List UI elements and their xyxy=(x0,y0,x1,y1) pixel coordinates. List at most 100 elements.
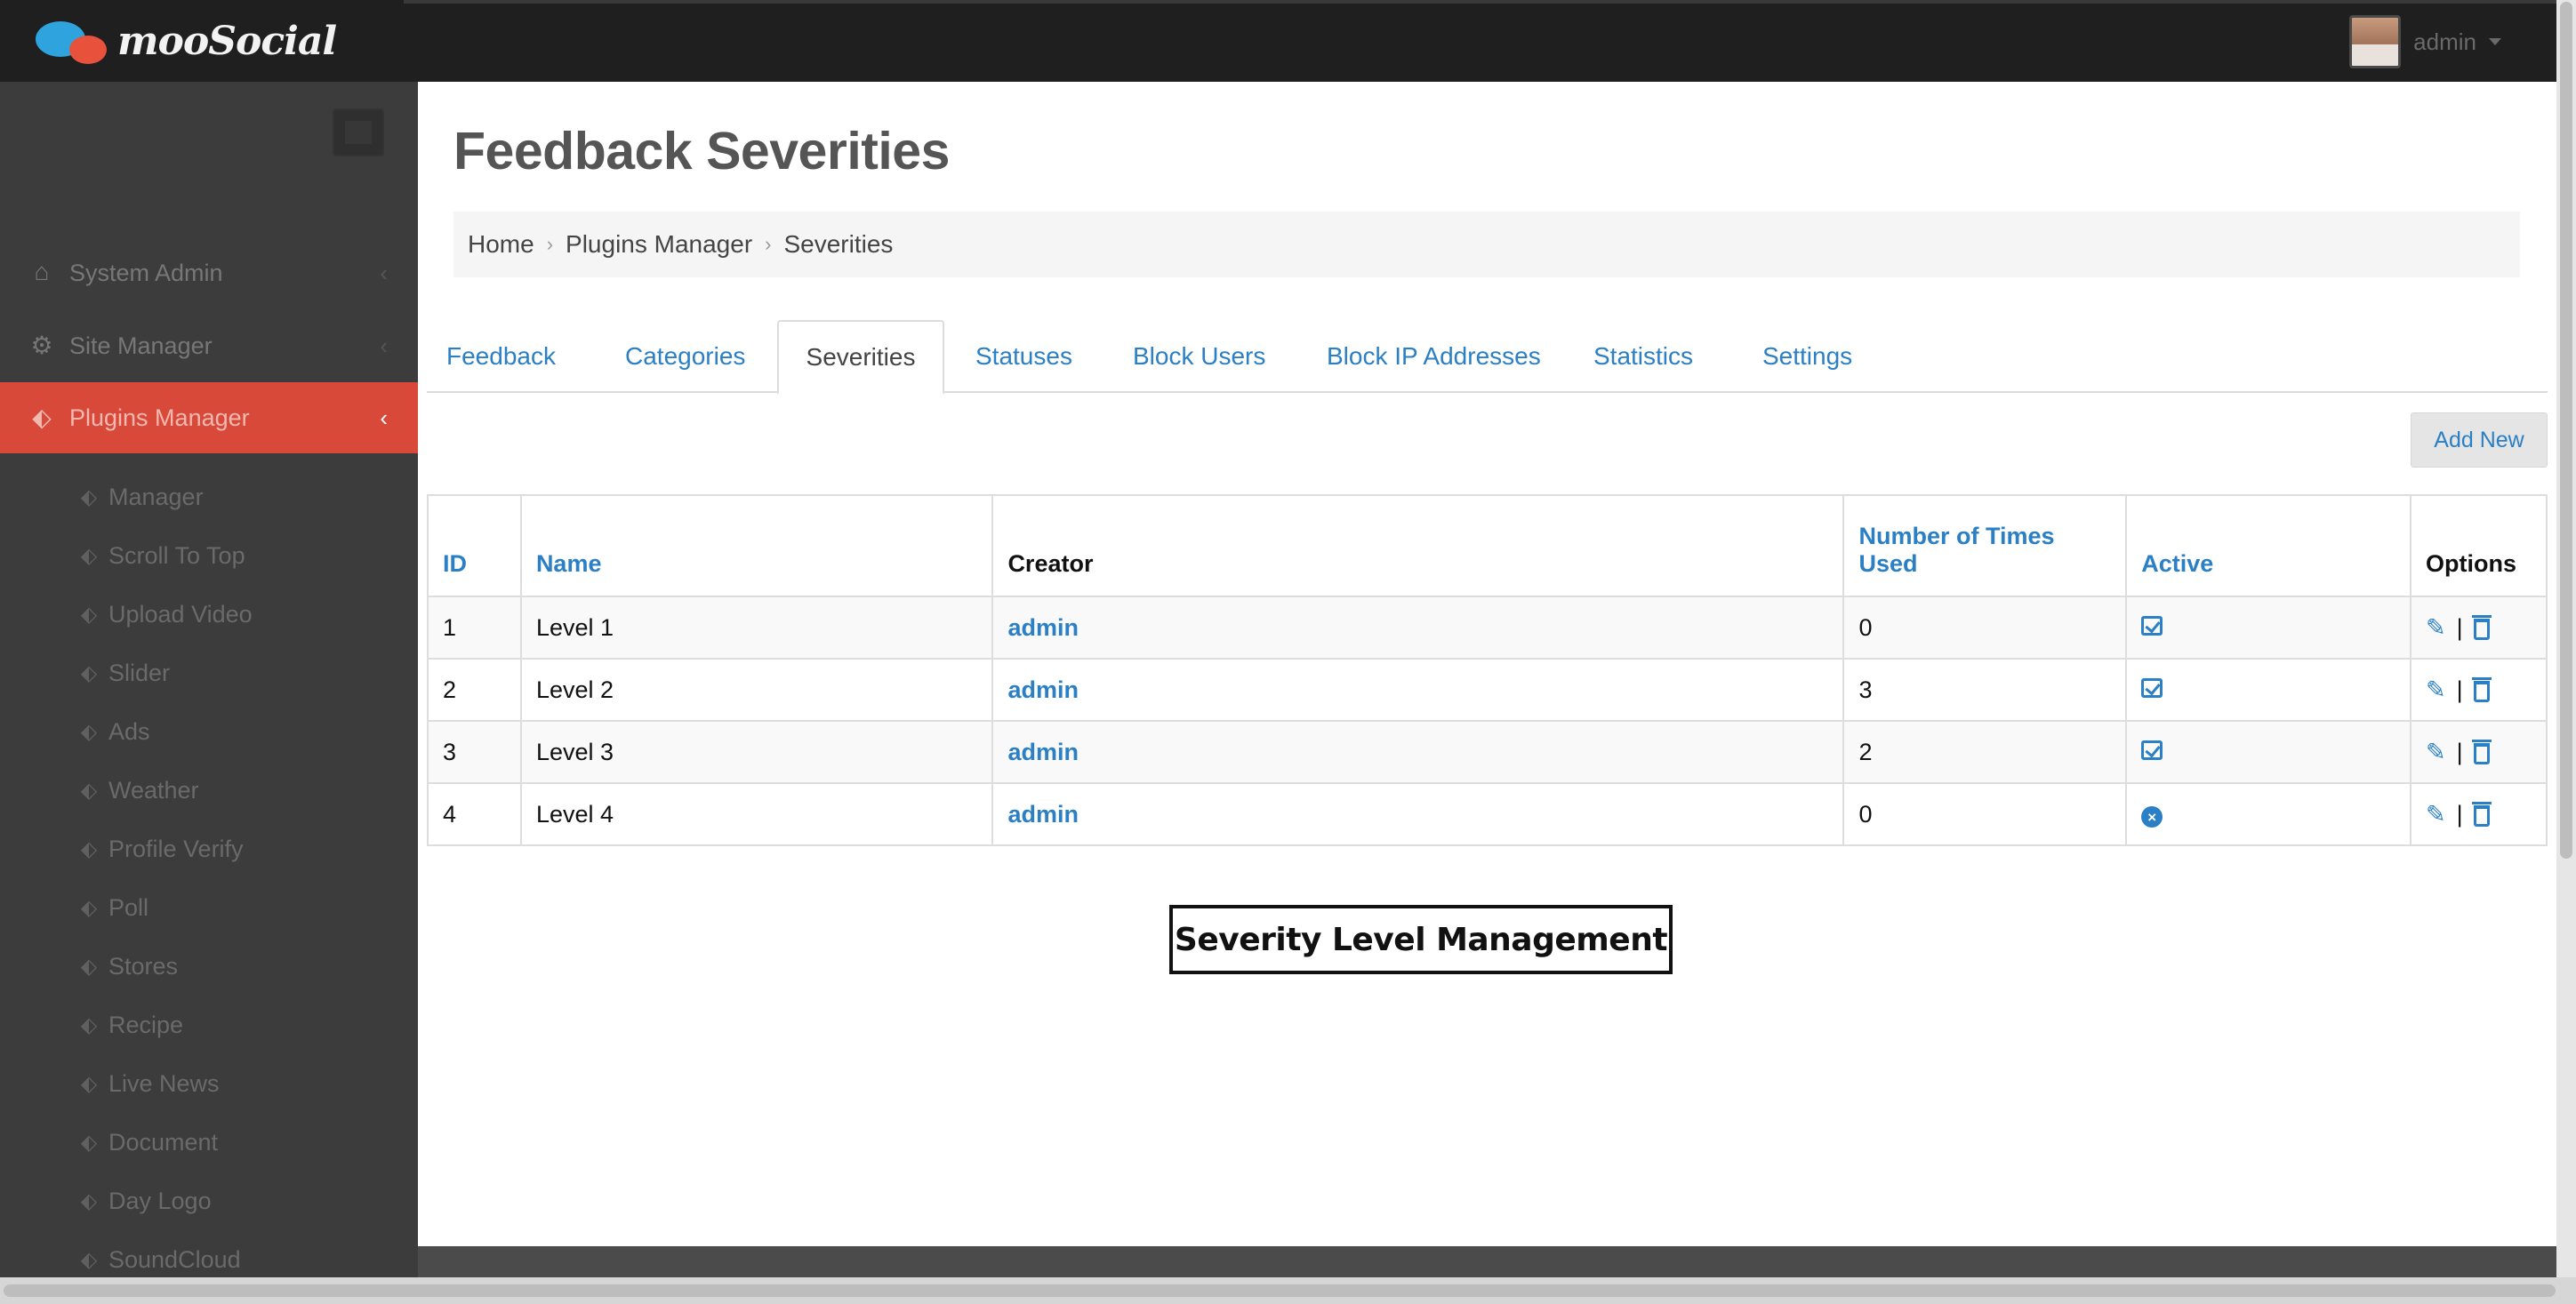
avatar[interactable] xyxy=(2349,15,2402,68)
sidebar-item-site-manager[interactable]: ⚙ Site Manager ‹ xyxy=(0,310,418,381)
sidebar-subitem-stores[interactable]: ⬖ Stores xyxy=(76,941,178,991)
cell-options: ✎ | xyxy=(2409,720,2548,784)
sidebar-subitem-day-logo[interactable]: ⬖ Day Logo xyxy=(76,1176,212,1226)
home-icon: ⌂ xyxy=(34,258,50,285)
user-menu[interactable]: admin xyxy=(2349,14,2501,69)
scrollbar-thumb[interactable] xyxy=(4,1284,2556,1297)
tag-icon: ⬖ xyxy=(80,778,98,803)
creator-link[interactable]: admin xyxy=(1007,801,1079,828)
vertical-scrollbar[interactable] xyxy=(2556,0,2576,1277)
pencil-icon[interactable]: ✎ xyxy=(2426,676,2446,704)
subitem-label: Weather xyxy=(108,776,199,804)
subitem-label: Document xyxy=(108,1128,219,1156)
tab-categories[interactable]: Categories xyxy=(625,320,745,393)
cell-name: Level 4 xyxy=(519,782,994,846)
cell-id: 4 xyxy=(427,782,522,846)
sidebar-subitem-upload-video[interactable]: ⬖ Upload Video xyxy=(76,589,253,639)
subitem-label: Live News xyxy=(108,1069,220,1097)
table-row: 4 Level 4 admin 0 × ✎ | xyxy=(427,782,2548,846)
tag-icon: ⬖ xyxy=(80,1071,98,1096)
breadcrumb-home[interactable]: Home xyxy=(468,230,534,259)
menu-toggle-button[interactable] xyxy=(333,108,384,156)
table-row: 2 Level 2 admin 3 ✎ | xyxy=(427,658,2548,722)
check-square-icon[interactable] xyxy=(2141,615,2163,636)
trash-icon[interactable] xyxy=(2471,614,2492,640)
sidebar-subitem-ads[interactable]: ⬖ Ads xyxy=(76,707,150,756)
pencil-icon[interactable]: ✎ xyxy=(2426,801,2446,828)
tab-bar: Feedback Categories Severities Statuses … xyxy=(427,320,2548,395)
sidebar-subitem-manager[interactable]: ⬖ Manager xyxy=(76,472,204,522)
tag-icon: ⬖ xyxy=(80,1247,98,1272)
cell-options: ✎ | xyxy=(2409,658,2548,722)
column-header-name[interactable]: Name xyxy=(519,494,994,597)
sidebar-subitem-profile-verify[interactable]: ⬖ Profile Verify xyxy=(76,824,244,874)
cell-id: 2 xyxy=(427,658,522,722)
creator-link[interactable]: admin xyxy=(1007,676,1079,703)
tab-feedback[interactable]: Feedback xyxy=(446,320,556,393)
table-row: 1 Level 1 admin 0 ✎ | xyxy=(427,596,2548,660)
cell-creator: admin xyxy=(991,658,1845,722)
user-name[interactable]: admin xyxy=(2413,28,2476,56)
subitem-label: Recipe xyxy=(108,1011,184,1038)
tab-block-users[interactable]: Block Users xyxy=(1133,320,1265,393)
tag-icon: ⬖ xyxy=(80,1130,98,1155)
subitem-label: Upload Video xyxy=(108,600,253,628)
creator-link[interactable]: admin xyxy=(1007,614,1079,641)
option-separator: | xyxy=(2456,738,2463,765)
tab-statuses[interactable]: Statuses xyxy=(975,320,1072,393)
pencil-icon[interactable]: ✎ xyxy=(2426,739,2446,766)
logo-text: mooSocial xyxy=(117,18,337,64)
cell-times-used: 2 xyxy=(1842,720,2128,784)
subitem-label: Profile Verify xyxy=(108,835,244,862)
check-square-icon[interactable] xyxy=(2141,740,2163,760)
scrollbar-thumb[interactable] xyxy=(2560,2,2572,859)
chevron-right-icon: › xyxy=(765,233,772,255)
sidebar-subitem-slider[interactable]: ⬖ Slider xyxy=(76,648,170,698)
sidebar-subitem-scroll-to-top[interactable]: ⬖ Scroll To Top xyxy=(76,531,245,580)
option-separator: | xyxy=(2456,800,2463,828)
tag-icon: ⬖ xyxy=(80,719,98,744)
column-header-active[interactable]: Active xyxy=(2125,494,2411,597)
creator-link[interactable]: admin xyxy=(1007,739,1079,765)
cell-creator: admin xyxy=(991,720,1845,784)
table-header-row: ID Name Creator Number of Times Used Act… xyxy=(427,494,2548,597)
logo[interactable]: mooSocial xyxy=(34,12,337,69)
horizontal-scrollbar[interactable] xyxy=(0,1277,2576,1304)
cell-active xyxy=(2125,658,2411,722)
column-header-options: Options xyxy=(2409,494,2548,597)
chevron-down-icon[interactable] xyxy=(2489,38,2501,45)
top-stripe xyxy=(404,0,2556,4)
cell-options: ✎ | xyxy=(2409,596,2548,660)
cell-times-used: 3 xyxy=(1842,658,2128,722)
sidebar-subitem-recipe[interactable]: ⬖ Recipe xyxy=(76,1000,183,1050)
tab-statistics[interactable]: Statistics xyxy=(1593,320,1693,393)
sidebar-subitem-soundcloud[interactable]: ⬖ SoundCloud xyxy=(76,1235,241,1277)
trash-icon[interactable] xyxy=(2471,676,2492,702)
times-circle-icon[interactable]: × xyxy=(2141,806,2163,828)
sidebar-subitem-document[interactable]: ⬖ Document xyxy=(76,1117,218,1167)
tag-icon: ⬖ xyxy=(80,1188,98,1213)
sidebar-subitem-poll[interactable]: ⬖ Poll xyxy=(76,883,148,932)
column-header-id[interactable]: ID xyxy=(427,494,522,597)
subitem-label: Stores xyxy=(108,952,179,980)
breadcrumb-current: Severities xyxy=(783,230,894,258)
tag-icon: ⬖ xyxy=(80,484,98,509)
check-square-icon[interactable] xyxy=(2141,677,2163,698)
column-header-times-used[interactable]: Number of Times Used xyxy=(1842,494,2128,597)
add-new-button[interactable]: Add New xyxy=(2411,412,2548,468)
tab-settings[interactable]: Settings xyxy=(1762,320,1852,393)
breadcrumb-plugins-manager[interactable]: Plugins Manager xyxy=(566,230,752,259)
tab-block-ip-addresses[interactable]: Block IP Addresses xyxy=(1327,320,1541,393)
trash-icon[interactable] xyxy=(2471,801,2492,827)
severities-table: ID Name Creator Number of Times Used Act… xyxy=(427,494,2548,846)
sidebar-item-system-admin[interactable]: ⌂ System Admin ‹ xyxy=(0,237,418,308)
tag-icon: ⬖ xyxy=(80,895,98,920)
cell-name: Level 1 xyxy=(519,596,994,660)
sidebar-subitem-weather[interactable]: ⬖ Weather xyxy=(76,765,199,815)
tab-severities[interactable]: Severities xyxy=(777,320,944,395)
pencil-icon[interactable]: ✎ xyxy=(2426,614,2446,642)
sidebar-subitem-live-news[interactable]: ⬖ Live News xyxy=(76,1059,220,1108)
cell-times-used: 0 xyxy=(1842,782,2128,846)
trash-icon[interactable] xyxy=(2471,739,2492,764)
sidebar-item-plugins-manager[interactable]: ⬖ Plugins Manager ‹ xyxy=(0,382,418,453)
